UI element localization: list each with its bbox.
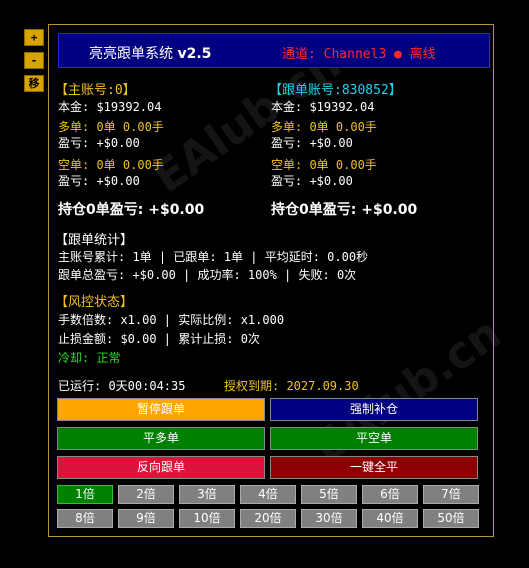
multiplier-button[interactable]: 1倍 (57, 485, 113, 504)
multiplier-button[interactable]: 3倍 (179, 485, 235, 504)
stats-line-2: 跟单总盈亏: +$0.00 | 成功率: 100% | 失败: 0次 (58, 268, 357, 282)
risk-title: 【风控状态】 (55, 295, 134, 310)
app-name: 亮亮跟单系统 (89, 46, 173, 62)
main-capital: 本金: $19392.04 (58, 100, 162, 114)
app-version: v2.5 (177, 46, 212, 62)
main-long-pnl: 盈亏: +$0.00 (58, 136, 140, 150)
pause-follow-button[interactable]: 暂停跟单 (57, 398, 265, 421)
stats-title: 【跟单统计】 (55, 233, 134, 248)
multiplier-button[interactable]: 5倍 (301, 485, 357, 504)
multiplier-button[interactable]: 7倍 (423, 485, 479, 504)
follow-short-pnl: 盈亏: +$0.00 (271, 174, 353, 188)
multiplier-button[interactable]: 10倍 (179, 509, 235, 528)
follow-long-pnl: 盈亏: +$0.00 (271, 136, 353, 150)
multiplier-button[interactable]: 8倍 (57, 509, 113, 528)
move-panel-button[interactable]: 移 (24, 75, 44, 92)
follow-short: 空单: 0单 0.00手 (271, 158, 377, 172)
decrease-size-button[interactable]: - (24, 52, 44, 69)
risk-line-2: 止损金额: $0.00 | 累计止损: 0次 (58, 332, 260, 346)
stats-line-1: 主账号累计: 1单 | 已跟单: 1单 | 平均延时: 0.00秒 (58, 250, 369, 264)
increase-size-button[interactable]: + (24, 29, 44, 46)
main-long: 多单: 0单 0.00手 (58, 120, 164, 134)
reverse-follow-button[interactable]: 反向跟单 (57, 456, 265, 479)
multiplier-button[interactable]: 2倍 (118, 485, 174, 504)
license-expiry: 授权到期: 2027.09.30 (224, 379, 359, 393)
title-bar: 亮亮跟单系统 v2.5 通道: Channel3 ● 离线 (58, 33, 490, 68)
multiplier-button[interactable]: 30倍 (301, 509, 357, 528)
risk-line-1: 手数倍数: x1.00 | 实际比例: x1.000 (58, 313, 285, 327)
main-position-label: 持仓0单盈亏: (58, 202, 144, 218)
close-all-button[interactable]: 一键全平 (270, 456, 478, 479)
follow-position-label: 持仓0单盈亏: (271, 202, 357, 218)
multiplier-button[interactable]: 4倍 (240, 485, 296, 504)
multiplier-button[interactable]: 20倍 (240, 509, 296, 528)
force-add-button[interactable]: 强制补仓 (270, 398, 478, 421)
multiplier-button[interactable]: 50倍 (423, 509, 479, 528)
main-short: 空单: 0单 0.00手 (58, 158, 164, 172)
follow-position-value: +$0.00 (361, 202, 418, 218)
connection-status: ● 离线 (394, 43, 436, 62)
app-title: 亮亮跟单系统 v2.5 (89, 43, 211, 63)
follow-capital: 本金: $19392.04 (271, 100, 375, 114)
status-dot-icon: ● (394, 47, 402, 62)
close-long-button[interactable]: 平多单 (57, 427, 265, 450)
status-text: 离线 (409, 47, 436, 62)
runtime: 已运行: 0天00:04:35 (58, 379, 186, 393)
multiplier-button[interactable]: 6倍 (362, 485, 418, 504)
follow-long: 多单: 0单 0.00手 (271, 120, 377, 134)
close-short-button[interactable]: 平空单 (270, 427, 478, 450)
main-position-value: +$0.00 (148, 202, 205, 218)
cooldown-status: 冷却: 正常 (58, 351, 121, 365)
multiplier-button[interactable]: 9倍 (118, 509, 174, 528)
copy-trade-panel: EAlub.cn EAlub.cn 亮亮跟单系统 v2.5 通道: Channe… (48, 24, 510, 537)
main-short-pnl: 盈亏: +$0.00 (58, 174, 140, 188)
channel-label: 通道: Channel3 (282, 47, 387, 62)
follow-account-label: 【跟单账号:830852】 (269, 83, 402, 98)
multiplier-button[interactable]: 40倍 (362, 509, 418, 528)
main-account-label: 【主账号:0】 (55, 83, 136, 98)
follow-position-pnl: 持仓0单盈亏: +$0.00 (271, 199, 417, 219)
main-position-pnl: 持仓0单盈亏: +$0.00 (58, 199, 204, 219)
